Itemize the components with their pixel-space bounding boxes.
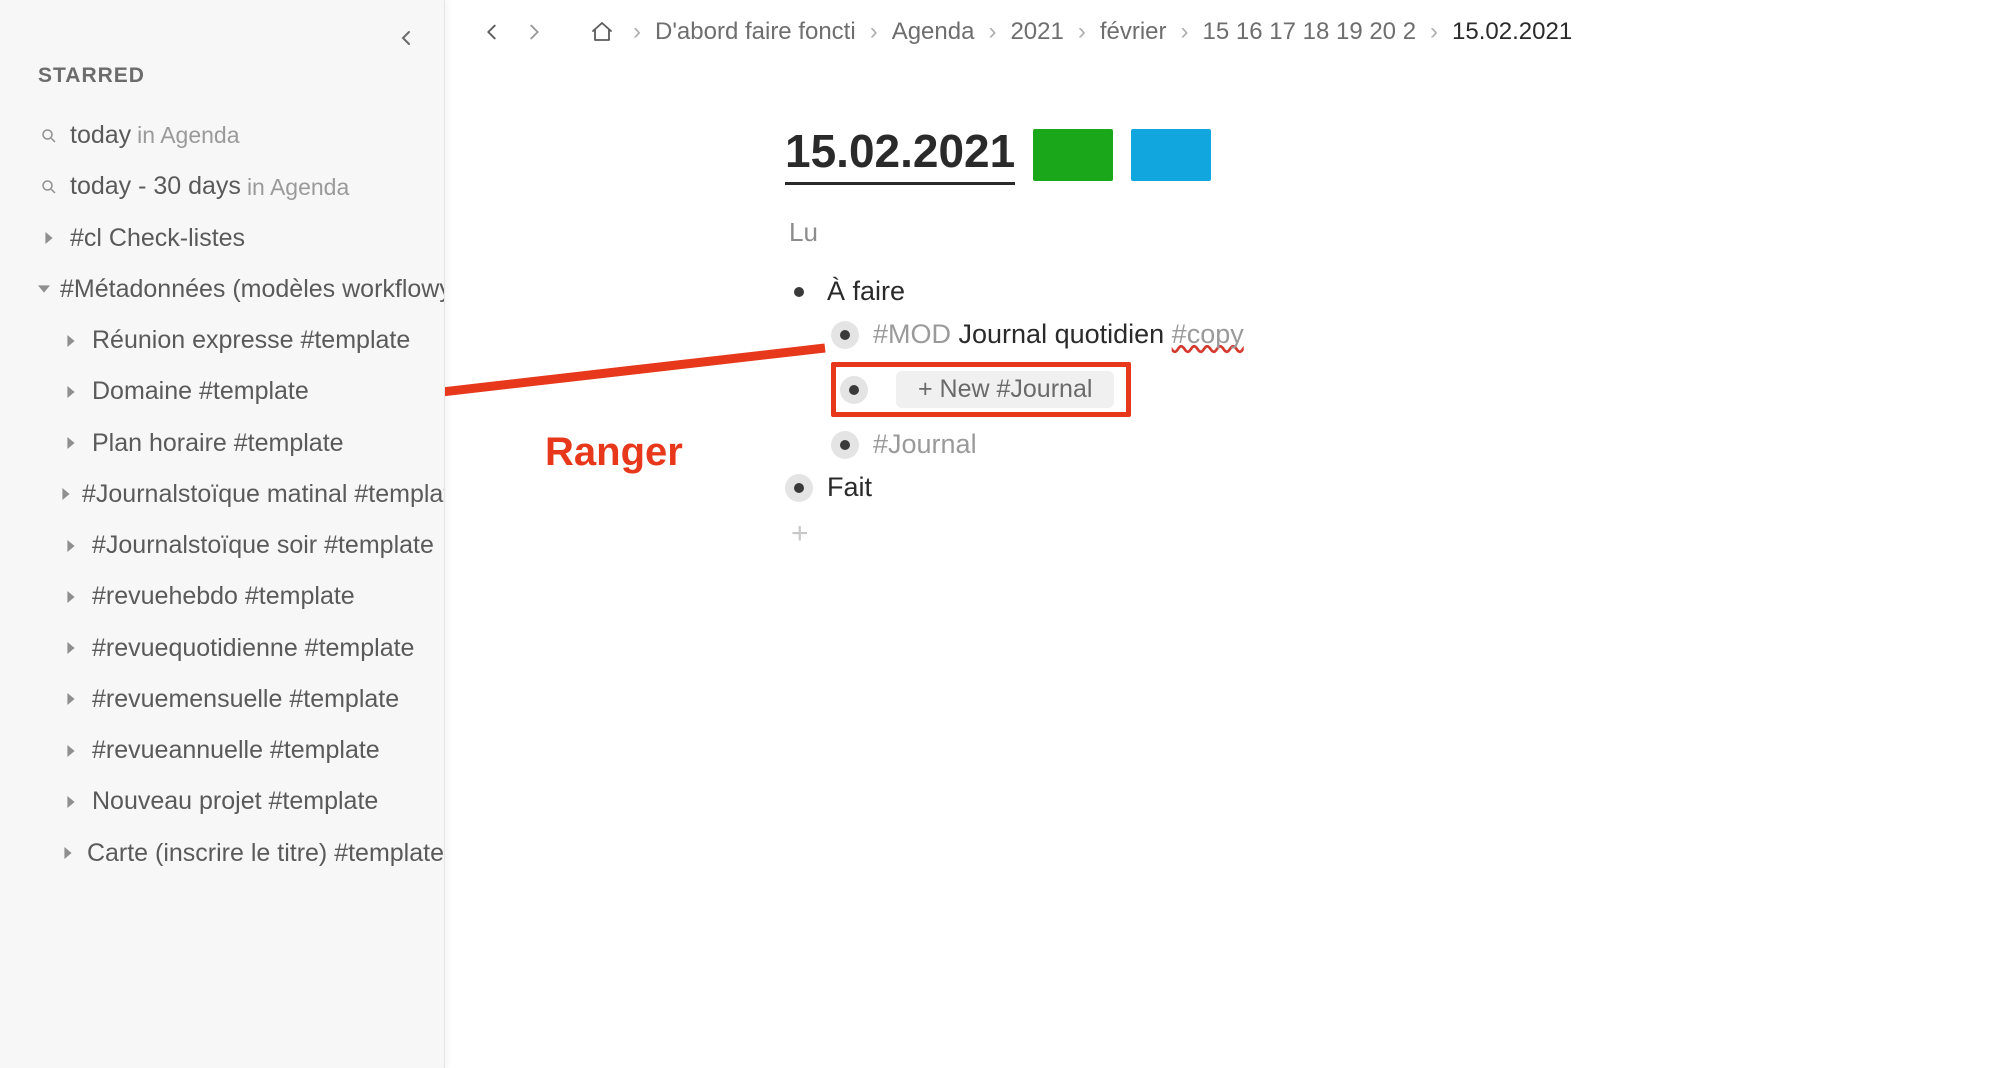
- sidebar-item-label: #revuehebdo #template: [92, 581, 355, 612]
- caret-right-icon: [60, 386, 82, 398]
- home-button[interactable]: [585, 15, 619, 49]
- add-node-button[interactable]: +: [791, 517, 2010, 551]
- node-label: #Journal: [873, 429, 977, 460]
- sidebar-item-nouveau-projet[interactable]: Nouveau projet #template: [0, 776, 444, 827]
- nav-row: › D'abord faire foncti › Agenda › 2021 ›…: [445, 0, 2010, 64]
- bullet-icon[interactable]: [831, 431, 859, 459]
- caret-right-icon: [60, 642, 82, 654]
- color-swatch-green[interactable]: [1033, 129, 1113, 181]
- sidebar-item-label: Domaine #template: [92, 376, 309, 407]
- sidebar-item-label: Réunion expresse #template: [92, 325, 410, 356]
- crumb-sep-icon: ›: [982, 18, 1002, 46]
- sidebar-item-carte[interactable]: Carte (inscrire le titre) #template: [0, 828, 444, 879]
- sidebar-item-today[interactable]: today in Agenda: [0, 110, 444, 161]
- breadcrumb-item[interactable]: Agenda: [892, 18, 975, 46]
- nav-back-button[interactable]: [475, 15, 509, 49]
- crumb-sep-icon: ›: [1072, 18, 1092, 46]
- sidebar-item-journal-matinal[interactable]: #Journalstoïque matinal #templat: [0, 469, 444, 520]
- node-label: Fait: [827, 472, 872, 503]
- document: 15.02.2021 Lu À faire #MOD Journal: [445, 64, 2010, 551]
- bullet-icon[interactable]: [840, 376, 868, 404]
- crumb-sep-icon: ›: [627, 18, 647, 46]
- breadcrumb-item[interactable]: 2021: [1010, 18, 1063, 46]
- main-area: › D'abord faire foncti › Agenda › 2021 ›…: [445, 0, 2010, 1068]
- caret-right-icon: [60, 796, 82, 808]
- sidebar-item-plan-horaire[interactable]: Plan horaire #template: [0, 418, 444, 469]
- sidebar-item-label: Plan horaire #template: [92, 428, 344, 459]
- nav-forward-button[interactable]: [517, 15, 551, 49]
- caret-right-icon: [60, 693, 82, 705]
- sidebar-item-label: Nouveau projet #template: [92, 786, 378, 817]
- caret-right-icon: [60, 437, 82, 449]
- bullet-icon[interactable]: [785, 474, 813, 502]
- caret-right-icon: [60, 591, 82, 603]
- caret-right-icon: [60, 745, 82, 757]
- sidebar-item-reunion-expresse[interactable]: Réunion expresse #template: [0, 315, 444, 366]
- sidebar-item-suffix: in Agenda: [137, 121, 239, 150]
- sidebar-item-checklistes[interactable]: #cl Check-listes: [0, 213, 444, 264]
- caret-right-icon: [60, 847, 77, 859]
- sidebar-item-today-30[interactable]: today - 30 days in Agenda: [0, 161, 444, 212]
- sidebar: STARRED today in Agenda today - 30 days …: [0, 0, 445, 1068]
- sidebar-section-starred: STARRED: [0, 20, 444, 110]
- caret-right-icon: [60, 540, 82, 552]
- day-label: Lu: [789, 217, 2010, 248]
- breadcrumb-item[interactable]: 15 16 17 18 19 20 2: [1203, 18, 1417, 46]
- node-label: #MOD Journal quotidien #copy: [873, 319, 1244, 350]
- sidebar-item-label: #cl Check-listes: [70, 223, 245, 254]
- sidebar-item-label: Carte (inscrire le titre) #template: [87, 838, 444, 869]
- sidebar-item-label: #revuequotidienne #template: [92, 633, 414, 664]
- caret-down-icon: [38, 283, 50, 295]
- color-swatch-blue[interactable]: [1131, 129, 1211, 181]
- node-new-journal[interactable]: + New #Journal: [831, 356, 2010, 423]
- tag-mod: #MOD: [873, 319, 959, 349]
- caret-right-icon: [60, 488, 72, 500]
- crumb-sep-icon: ›: [864, 18, 884, 46]
- node-journal-tag[interactable]: #Journal: [831, 423, 2010, 466]
- caret-right-icon: [38, 232, 60, 244]
- node-label: À faire: [827, 276, 905, 307]
- sidebar-item-label: #Journalstoïque matinal #templat: [82, 479, 444, 510]
- sidebar-item-label: #Métadonnées (modèles workflowy: [60, 274, 444, 305]
- sidebar-item-revue-mensuelle[interactable]: #revuemensuelle #template: [0, 674, 444, 725]
- breadcrumb-current: 15.02.2021: [1452, 18, 1572, 46]
- node-fait[interactable]: Fait: [785, 466, 2010, 509]
- bullet-icon[interactable]: [785, 278, 813, 306]
- sidebar-item-domaine[interactable]: Domaine #template: [0, 366, 444, 417]
- sidebar-item-metadonnees[interactable]: #Métadonnées (modèles workflowy: [0, 264, 444, 315]
- sidebar-item-suffix: in Agenda: [247, 173, 349, 202]
- sidebar-collapse-button[interactable]: [392, 24, 420, 52]
- sidebar-item-label: #Journalstoïque soir #template: [92, 530, 434, 561]
- sidebar-item-label: #revueannuelle #template: [92, 735, 380, 766]
- search-icon: [38, 127, 60, 145]
- sidebar-item-label: today: [70, 120, 131, 151]
- sidebar-item-revue-quotidienne[interactable]: #revuequotidienne #template: [0, 623, 444, 674]
- page-title[interactable]: 15.02.2021: [785, 124, 1015, 185]
- node-a-faire[interactable]: À faire: [785, 270, 2010, 313]
- sidebar-item-journal-soir[interactable]: #Journalstoïque soir #template: [0, 520, 444, 571]
- sidebar-item-label: #revuemensuelle #template: [92, 684, 399, 715]
- annotation-label: Ranger: [545, 430, 683, 475]
- crumb-sep-icon: ›: [1175, 18, 1195, 46]
- crumb-sep-icon: ›: [1424, 18, 1444, 46]
- breadcrumb-item[interactable]: février: [1100, 18, 1167, 46]
- bullet-icon[interactable]: [831, 321, 859, 349]
- node-mod-journal[interactable]: #MOD Journal quotidien #copy: [831, 313, 2010, 356]
- breadcrumb-item[interactable]: D'abord faire foncti: [655, 18, 856, 46]
- search-icon: [38, 178, 60, 196]
- outline: À faire #MOD Journal quotidien #copy: [785, 270, 2010, 551]
- sidebar-item-label: today - 30 days: [70, 171, 241, 202]
- sidebar-item-revue-annuelle[interactable]: #revueannuelle #template: [0, 725, 444, 776]
- sidebar-item-revue-hebdo[interactable]: #revuehebdo #template: [0, 571, 444, 622]
- caret-right-icon: [60, 335, 82, 347]
- tag-copy: #copy: [1172, 319, 1244, 349]
- annotation-highlight-box: + New #Journal: [831, 362, 1131, 417]
- new-journal-button[interactable]: + New #Journal: [896, 371, 1114, 408]
